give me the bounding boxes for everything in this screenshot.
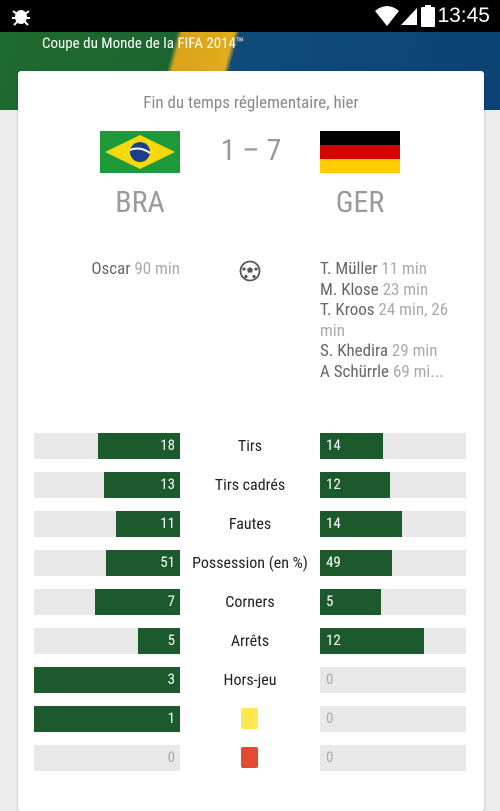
home-stat-value: 51 <box>160 553 175 571</box>
away-stat-bar: 49 <box>320 550 466 576</box>
scorer-name: M. Klose <box>320 279 379 300</box>
stat-label: Possession (en %) <box>192 553 308 572</box>
scorer-minute: 23 min <box>382 279 429 300</box>
competition-title: Coupe du Monde de la FIFA 2014™ <box>42 34 245 52</box>
stat-label: Tirs cadrés <box>214 475 286 494</box>
home-scorers: Oscar 90 min <box>40 259 180 280</box>
stat-label: Arrêts <box>230 631 270 650</box>
home-stat-bar: 13 <box>34 472 180 498</box>
stat-row-shots-on-target: 13 Tirs cadrés 12 <box>18 472 484 498</box>
scorer: M. Klose 23 min <box>320 280 468 301</box>
away-stat-value: 12 <box>326 475 341 493</box>
home-stat-bar: 5 <box>34 628 180 654</box>
away-team-code: GER <box>335 185 385 220</box>
stat-row-corners: 7 Corners 5 <box>18 589 484 615</box>
stat-row-offsides: 3 Hors-jeu 0 <box>18 667 484 693</box>
away-stat-value: 14 <box>326 514 341 532</box>
stat-label: Fautes <box>228 514 272 533</box>
scorer-name: T. Kroos <box>320 300 375 320</box>
home-stat-bar: 1 <box>34 706 180 732</box>
home-stat-value: 5 <box>167 631 175 649</box>
scorer: A Schürrle 69 mi... <box>320 362 468 383</box>
score: 1 – 7 <box>220 133 282 168</box>
away-stat-value: 0 <box>326 670 334 688</box>
wifi-icon <box>375 6 399 26</box>
away-scorers: T. Müller 11 min M. Klose 23 min T. Kroo… <box>320 259 468 382</box>
away-stat-value: 12 <box>326 631 341 649</box>
status-bar: 13:45 <box>0 0 500 32</box>
away-stat-bar: 14 <box>320 511 466 537</box>
scorer-minute: 69 mi... <box>392 361 444 382</box>
away-stat-bar: 12 <box>320 472 466 498</box>
home-stat-bar: 51 <box>34 550 180 576</box>
away-stat-value: 0 <box>326 709 334 727</box>
away-stat-bar: 5 <box>320 589 466 615</box>
home-stat-value: 1 <box>167 709 175 727</box>
stat-row-shots: 18 Tirs 14 <box>18 433 484 459</box>
scorer: S. Khedira 29 min <box>320 341 468 362</box>
scorer: Oscar 90 min <box>40 259 180 280</box>
stat-label: Hors-jeu <box>223 670 277 689</box>
scorer-name: T. Müller <box>320 259 378 279</box>
away-stat-bar: 0 <box>320 745 466 771</box>
away-stat-value: 14 <box>326 436 341 454</box>
home-stat-value: 0 <box>167 748 175 766</box>
match-card[interactable]: Fin du temps réglementaire, hier 1 – 7 B… <box>18 71 484 811</box>
status-time: 13:45 <box>437 4 490 27</box>
soccer-ball-icon <box>239 260 261 282</box>
home-stat-bar: 7 <box>34 589 180 615</box>
home-stat-bar: 18 <box>34 433 180 459</box>
brazil-flag-icon <box>100 131 180 173</box>
scorer: T. Müller 11 min <box>320 259 468 280</box>
stat-label: Tirs <box>237 436 263 455</box>
stat-row-yellow-cards: 1 0 <box>18 706 484 732</box>
away-stat-value: 49 <box>326 553 341 571</box>
home-team-code: BRA <box>115 185 165 220</box>
signal-icon <box>401 8 417 25</box>
away-stat-bar: 12 <box>320 628 466 654</box>
away-stat-value: 5 <box>326 592 334 610</box>
bug-icon <box>12 10 30 26</box>
away-stat-value: 0 <box>326 748 334 766</box>
scorer-name: A Schürrle <box>320 361 390 382</box>
battery-icon <box>421 5 435 27</box>
home-stat-fill <box>34 667 180 693</box>
away-stat-bar: 0 <box>320 667 466 693</box>
scorer-name: Oscar <box>91 259 131 279</box>
germany-flag-icon <box>320 131 400 173</box>
home-stat-value: 7 <box>167 592 175 610</box>
away-stat-bar: 14 <box>320 433 466 459</box>
home-stat-bar: 11 <box>34 511 180 537</box>
stat-label: Corners <box>225 592 275 611</box>
home-stat-bar: 3 <box>34 667 180 693</box>
home-stat-value: 11 <box>160 514 175 532</box>
match-status: Fin du temps réglementaire, hier <box>143 93 359 113</box>
stat-row-saves: 5 Arrêts 12 <box>18 628 484 654</box>
home-stat-value: 13 <box>160 475 175 493</box>
stat-row-red-cards: 0 0 <box>18 745 484 771</box>
home-stat-value: 3 <box>167 670 175 688</box>
yellow-card-icon <box>241 708 258 729</box>
red-card-icon <box>241 747 258 768</box>
stat-row-fouls: 11 Fautes 14 <box>18 511 484 537</box>
scorer-minute: 29 min <box>391 341 438 361</box>
scorer: T. Kroos 24 min, 26 min <box>320 300 468 341</box>
stat-row-possession: 51 Possession (en %) 49 <box>18 550 484 576</box>
away-stat-bar: 0 <box>320 706 466 732</box>
scorer-minute: 90 min <box>134 259 180 279</box>
home-stat-fill <box>34 706 180 732</box>
home-stat-bar: 0 <box>34 745 180 771</box>
home-stat-value: 18 <box>160 436 175 454</box>
scorer-name: S. Khedira <box>320 341 388 361</box>
scorer-minute: 11 min <box>381 259 427 279</box>
